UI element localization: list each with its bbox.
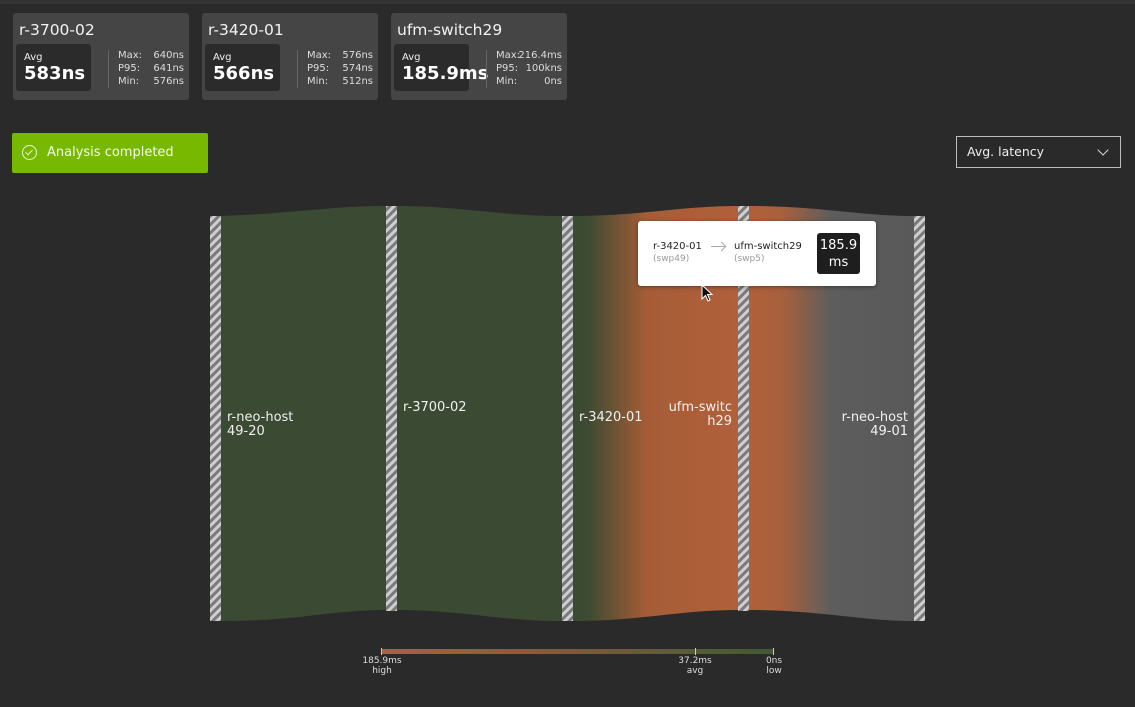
node-label-r-neo-host-49-01: r-neo-host 49-01 [841, 410, 908, 439]
legend-tick-low [773, 648, 774, 655]
arrow-right-icon [711, 246, 725, 247]
node-bar-r-3700-02[interactable] [386, 206, 397, 611]
node-label-r-3700-02: r-3700-02 [403, 400, 467, 415]
latency-legend-bar [381, 649, 774, 654]
mouse-cursor-icon [701, 284, 714, 302]
node-bar-r-3420-01[interactable] [562, 216, 573, 621]
legend-avg: 37.2ms avg [678, 656, 712, 676]
node-bar-r-neo-host-49-20[interactable] [210, 216, 221, 621]
tooltip-target: ufm-switch29 [734, 241, 802, 252]
node-label-r-3420-01: r-3420-01 [579, 410, 643, 425]
tooltip-source-port: (swp49) [653, 254, 690, 264]
node-bar-r-neo-host-49-01[interactable] [914, 216, 925, 621]
tooltip-target-port: (swp5) [734, 254, 765, 264]
legend-tick-avg [695, 648, 696, 655]
link-tooltip: r-3420-01 (swp49) ufm-switch29 (swp5) 18… [638, 221, 876, 286]
tooltip-source: r-3420-01 [653, 241, 702, 252]
legend-high: 185.9ms high [362, 656, 402, 676]
node-label-r-neo-host-49-20: r-neo-host 49-20 [227, 410, 294, 439]
legend-tick-high [381, 648, 382, 655]
flow-diagram [210, 206, 925, 621]
legend-low: 0ns low [765, 656, 783, 676]
tooltip-value-badge: 185.9 ms [817, 233, 860, 274]
node-label-ufm-switch29: ufm-switc h29 [668, 400, 732, 429]
